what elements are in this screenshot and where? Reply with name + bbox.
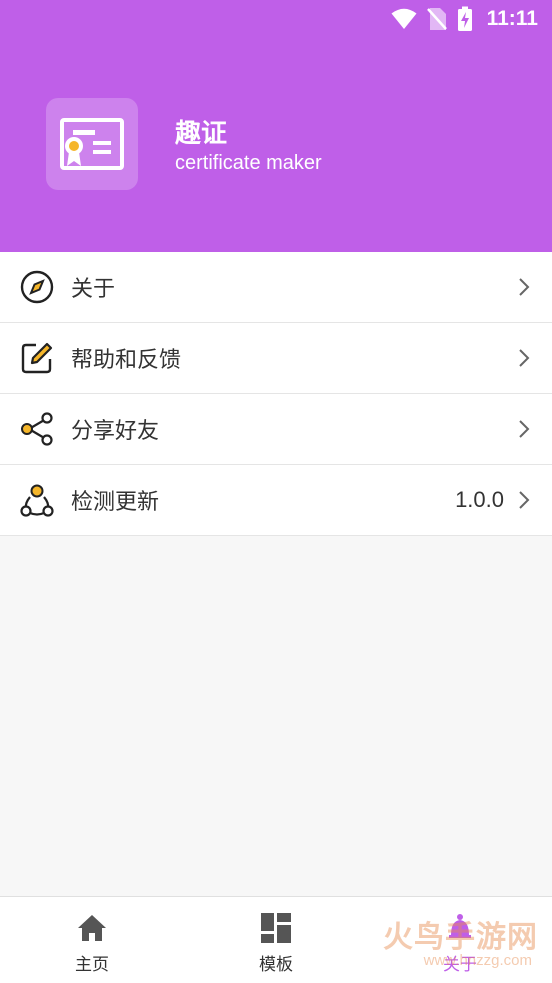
watermark-url: www.hnzzg.com xyxy=(423,952,532,969)
profile-header: 11:11 趣证 certificate maker xyxy=(0,0,552,252)
watermark-text: 火鸟手游网 xyxy=(383,920,538,955)
battery-charging-icon xyxy=(457,6,473,32)
nav-tab-home[interactable]: 主页 xyxy=(0,897,184,983)
compass-icon xyxy=(19,269,55,305)
certificate-icon xyxy=(60,118,124,170)
menu-item-label: 帮助和反馈 xyxy=(71,348,182,373)
menu-item-label: 分享好友 xyxy=(71,419,160,444)
nav-tab-templates[interactable]: 模板 xyxy=(184,897,368,983)
app-name: 趣证 xyxy=(175,119,228,149)
menu-item-check-update[interactable]: 检测更新 1.0.0 xyxy=(0,465,552,536)
nav-tab-label: 模板 xyxy=(259,954,293,975)
update-icon xyxy=(19,482,55,518)
chevron-right-icon xyxy=(518,490,530,510)
status-time: 11:11 xyxy=(486,7,538,30)
menu-item-label: 检测更新 xyxy=(71,490,160,515)
chevron-right-icon xyxy=(518,348,530,368)
menu-item-about[interactable]: 关于 xyxy=(0,252,552,323)
chevron-right-icon xyxy=(518,419,530,439)
home-icon xyxy=(77,912,107,944)
menu-item-label: 关于 xyxy=(71,277,116,302)
nav-tab-label: 主页 xyxy=(75,954,109,975)
menu-item-help-feedback[interactable]: 帮助和反馈 xyxy=(0,323,552,394)
edit-icon xyxy=(19,340,55,376)
chevron-right-icon xyxy=(518,277,530,297)
settings-menu: 关于 帮助和反馈 分享好友 检测更新 1.0.0 xyxy=(0,252,552,536)
wifi-icon xyxy=(391,8,417,30)
menu-item-share-friends[interactable]: 分享好友 xyxy=(0,394,552,465)
share-icon xyxy=(19,411,55,447)
app-subtitle: certificate maker xyxy=(175,152,322,174)
version-value: 1.0.0 xyxy=(455,487,504,512)
template-icon xyxy=(261,912,291,944)
app-logo xyxy=(46,98,138,190)
status-bar: 11:11 xyxy=(391,0,552,38)
no-sim-icon xyxy=(426,7,447,31)
